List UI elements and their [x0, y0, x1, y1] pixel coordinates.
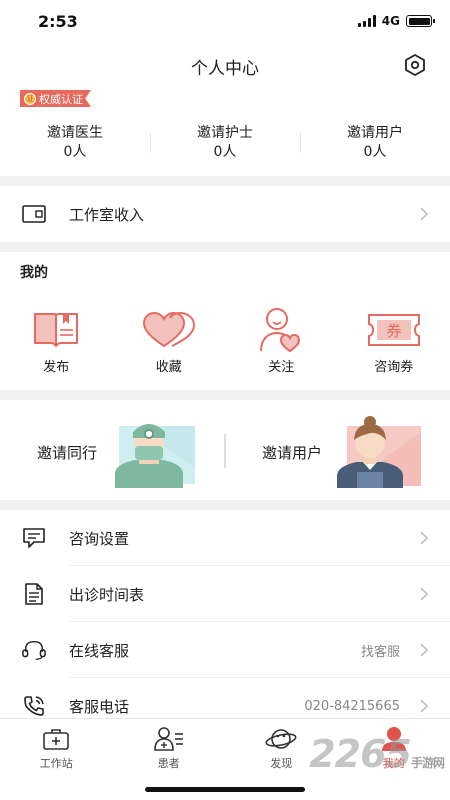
publish-book-icon	[0, 306, 113, 354]
stat-value: 0人	[63, 144, 87, 160]
grid-item-favorites[interactable]: 收藏	[113, 306, 226, 375]
badge-label: 权威认证	[39, 92, 83, 106]
coupon-glyph: 券	[386, 322, 401, 340]
status-indicators: 4G	[357, 14, 435, 28]
chevron-right-icon	[420, 531, 430, 545]
watermark-text: 2265	[309, 732, 412, 776]
chevron-right-icon	[420, 587, 430, 601]
stat-invite-user[interactable]: 邀请用户 0人	[300, 123, 450, 163]
certification-badge: 证 权威认证	[20, 90, 91, 107]
grid-item-publish[interactable]: 发布	[0, 306, 113, 375]
stat-value: 0人	[363, 144, 387, 160]
section-gap	[0, 176, 450, 186]
studio-income-row[interactable]: 工作室收入	[0, 186, 450, 242]
chevron-right-icon	[420, 207, 430, 221]
section-gap	[0, 500, 450, 510]
tab-workstation[interactable]: 工作站	[0, 725, 113, 771]
stat-invite-nurse[interactable]: 邀请护士 0人	[150, 123, 300, 163]
invite-colleague-label: 邀请同行	[37, 444, 98, 462]
tab-patients[interactable]: 患者	[113, 725, 226, 771]
grid-item-follow[interactable]: 关注	[225, 306, 338, 375]
headset-icon	[22, 638, 46, 662]
stat-label: 邀请护士	[197, 125, 253, 141]
chevron-right-icon	[420, 699, 430, 713]
menu-item-value: 找客服	[360, 644, 400, 660]
grid-item-label: 发布	[43, 360, 70, 375]
grid-item-label: 收藏	[155, 360, 182, 375]
follow-person-heart-icon	[225, 306, 338, 354]
chat-settings-icon	[22, 526, 46, 550]
network-type: 4G	[381, 14, 400, 28]
home-indicator	[145, 787, 305, 792]
studio-income-label: 工作室收入	[69, 205, 145, 224]
menu-item-value: 020-84215665	[304, 698, 400, 714]
menu-item-schedule[interactable]: 出诊时间表	[0, 566, 450, 622]
invite-user-card[interactable]: 邀请用户	[225, 400, 450, 500]
menu-item-consult-settings[interactable]: 咨询设置	[0, 510, 450, 566]
my-section-title: 我的	[20, 265, 48, 281]
menu-item-label: 咨询设置	[69, 529, 130, 548]
menu-item-label: 出诊时间表	[69, 585, 145, 604]
signal-icon	[357, 15, 376, 27]
schedule-document-icon	[22, 582, 46, 606]
heart-icon	[113, 306, 226, 354]
my-section-grid: 发布 收藏 关注 券 咨询券	[0, 306, 450, 375]
battery-icon	[406, 15, 435, 27]
stat-label: 邀请用户	[347, 125, 403, 141]
doctor-illustration	[115, 424, 195, 488]
stat-label: 邀请医生	[47, 125, 103, 141]
invite-banner: 邀请同行 邀请用户	[0, 400, 450, 500]
section-gap	[0, 390, 450, 400]
chevron-right-icon	[420, 643, 430, 657]
settings-hexagon-icon	[405, 54, 425, 76]
grid-item-label: 关注	[268, 360, 295, 375]
section-gap	[0, 242, 450, 252]
medical-kit-icon	[0, 725, 113, 753]
wallet-icon	[22, 202, 46, 226]
menu-item-online-support[interactable]: 在线客服 找客服	[0, 622, 450, 678]
menu-item-label: 在线客服	[69, 641, 130, 660]
settings-button[interactable]	[402, 52, 428, 78]
status-time: 2:53	[38, 12, 78, 31]
stat-invite-doctor[interactable]: 邀请医生 0人	[0, 123, 150, 163]
bottom-tab-bar: 工作站 患者 发现 我的 2265手游网	[0, 718, 450, 800]
menu-item-label: 客服电话	[69, 697, 130, 716]
user-illustration	[337, 416, 421, 488]
tab-label: 患者	[157, 757, 180, 770]
tab-label: 工作站	[39, 757, 73, 770]
patient-list-icon	[113, 725, 226, 753]
stat-value: 0人	[213, 144, 237, 160]
invite-colleague-card[interactable]: 邀请同行	[0, 400, 225, 500]
coupon-icon: 券	[338, 306, 450, 354]
page-title: 个人中心	[191, 59, 259, 79]
grid-item-label: 咨询券	[374, 360, 414, 375]
medal-icon: 证	[24, 92, 36, 105]
grid-item-coupon[interactable]: 券 咨询券	[338, 306, 450, 375]
invite-user-label: 邀请用户	[262, 444, 323, 462]
watermark-logo: 2265手游网	[309, 732, 445, 776]
header: 个人中心	[0, 44, 450, 88]
watermark-sub: 手游网	[410, 756, 445, 770]
status-bar: 2:53 4G	[0, 0, 450, 44]
invite-stats: 邀请医生 0人 邀请护士 0人 邀请用户 0人	[0, 123, 450, 163]
phone-icon	[22, 694, 46, 718]
